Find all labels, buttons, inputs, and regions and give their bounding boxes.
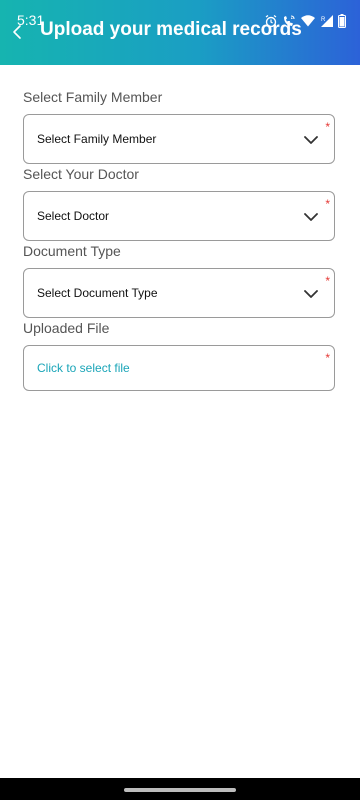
required-asterisk: * [325, 351, 330, 365]
system-nav-bar [0, 778, 360, 800]
document-type-dropdown[interactable]: Select Document Type * [23, 268, 335, 318]
signal-icon: R [321, 15, 333, 27]
back-button[interactable] [10, 24, 24, 40]
select-file-link[interactable]: Click to select file [37, 361, 130, 375]
family-member-label: Select Family Member [23, 89, 163, 105]
chevron-down-icon [304, 136, 318, 144]
required-asterisk: * [325, 274, 330, 288]
wifi-icon [301, 15, 315, 27]
family-member-dropdown[interactable]: Select Family Member * [23, 114, 335, 164]
family-member-value: Select Family Member [37, 132, 157, 146]
page-title: Upload your medical records [40, 19, 302, 40]
app-header: 5:31 R Upload your medical records [0, 0, 360, 65]
home-gesture-handle[interactable] [124, 788, 236, 792]
doctor-label: Select Your Doctor [23, 166, 139, 182]
battery-icon [338, 14, 346, 28]
svg-text:R: R [321, 17, 326, 23]
doctor-dropdown[interactable]: Select Doctor * [23, 191, 335, 241]
required-asterisk: * [325, 120, 330, 134]
document-type-value: Select Document Type [37, 286, 158, 300]
uploaded-file-label: Uploaded File [23, 320, 110, 336]
doctor-value: Select Doctor [37, 209, 110, 223]
file-picker[interactable]: Click to select file * [23, 345, 335, 391]
chevron-down-icon [304, 290, 318, 298]
required-asterisk: * [325, 197, 330, 211]
chevron-down-icon [304, 213, 318, 221]
document-type-label: Document Type [23, 243, 121, 259]
